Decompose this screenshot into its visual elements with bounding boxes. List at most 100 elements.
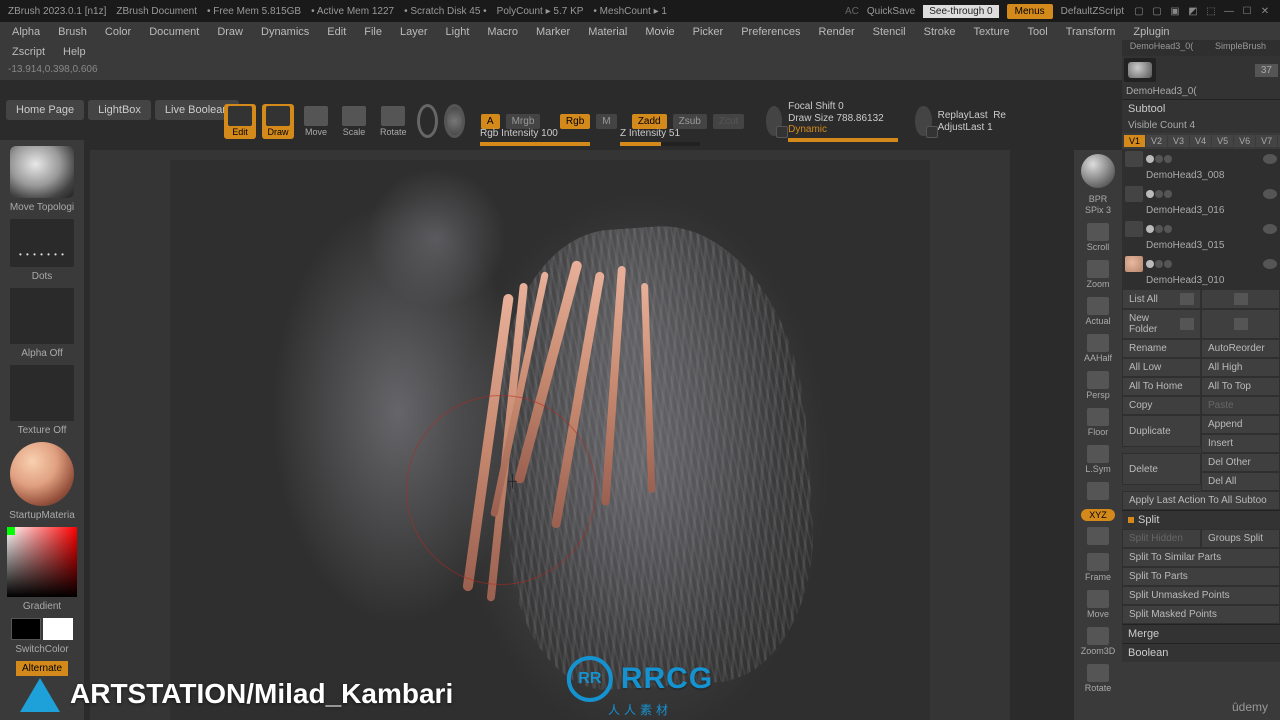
- scroll-button[interactable]: Scroll: [1079, 221, 1117, 254]
- shelf-material-icon[interactable]: [1081, 154, 1115, 188]
- z-intensity-slider[interactable]: [620, 142, 700, 146]
- menu-stencil[interactable]: Stencil: [865, 24, 914, 40]
- zoom-button[interactable]: Zoom: [1079, 258, 1117, 291]
- actual-button[interactable]: Actual: [1079, 295, 1117, 328]
- menu-render[interactable]: Render: [811, 24, 863, 40]
- zcut-chip[interactable]: Zcut: [713, 114, 744, 129]
- quicksave-button[interactable]: QuickSave: [867, 6, 915, 17]
- eye-icon[interactable]: [1263, 259, 1277, 269]
- all-to-top-button[interactable]: All To Top: [1201, 377, 1280, 396]
- window-icon-2[interactable]: ▢: [1150, 4, 1164, 18]
- a-chip[interactable]: A: [481, 114, 500, 129]
- all-to-home-button[interactable]: All To Home: [1122, 377, 1201, 396]
- boolean-header[interactable]: Boolean: [1122, 643, 1280, 662]
- zoom3d-button[interactable]: Zoom3D: [1079, 625, 1117, 658]
- gizmo-ring-icon[interactable]: [417, 104, 438, 138]
- menu-light[interactable]: Light: [438, 24, 478, 40]
- pf-button[interactable]: [1079, 525, 1117, 547]
- v3-tab[interactable]: V3: [1168, 135, 1189, 147]
- floor-button[interactable]: Floor: [1079, 406, 1117, 439]
- paste-button[interactable]: Paste: [1201, 396, 1280, 415]
- new-folder-button[interactable]: New Folder: [1122, 309, 1201, 339]
- subtool-item[interactable]: [1122, 184, 1280, 204]
- delete-button[interactable]: Delete: [1122, 453, 1201, 485]
- switchcolor-label[interactable]: SwitchColor: [13, 642, 70, 657]
- list-all-button[interactable]: List All: [1122, 289, 1201, 309]
- draw-size-slider[interactable]: [788, 138, 898, 142]
- menu-layer[interactable]: Layer: [392, 24, 436, 40]
- menu-draw[interactable]: Draw: [209, 24, 251, 40]
- dynamic-label[interactable]: Dynamic: [788, 124, 827, 135]
- menu-file[interactable]: File: [356, 24, 390, 40]
- draw-mode-button[interactable]: Draw: [262, 104, 294, 139]
- menu-movie[interactable]: Movie: [637, 24, 682, 40]
- rename-button[interactable]: Rename: [1122, 339, 1201, 358]
- gradient-label[interactable]: Gradient: [21, 599, 63, 614]
- subtool-item[interactable]: [1122, 254, 1280, 274]
- m-chip[interactable]: M: [596, 114, 616, 129]
- minimize-icon[interactable]: —: [1222, 4, 1236, 18]
- seethrough-slider[interactable]: See-through 0: [923, 5, 998, 18]
- merge-header[interactable]: Merge: [1122, 624, 1280, 643]
- window-icon-5[interactable]: ⬚: [1204, 4, 1218, 18]
- rgb-intensity-slider[interactable]: [480, 142, 590, 146]
- split-similar-button[interactable]: Split To Similar Parts: [1122, 548, 1280, 567]
- focal-shift-label[interactable]: Focal Shift 0: [788, 101, 898, 112]
- z-intensity-label[interactable]: Z Intensity 51: [620, 128, 700, 139]
- duplicate-button[interactable]: Duplicate: [1122, 415, 1201, 447]
- v6-tab[interactable]: V6: [1234, 135, 1255, 147]
- window-icon-4[interactable]: ◩: [1186, 4, 1200, 18]
- move-up-button[interactable]: [1201, 309, 1280, 339]
- aahalf-button[interactable]: AAHalf: [1079, 332, 1117, 365]
- persp-button[interactable]: Persp: [1079, 369, 1117, 402]
- del-other-button[interactable]: Del Other: [1201, 453, 1280, 472]
- append-button[interactable]: Append: [1201, 415, 1280, 434]
- split-hidden-button[interactable]: Split Hidden: [1122, 529, 1201, 548]
- insert-button[interactable]: Insert: [1201, 434, 1280, 453]
- eye-icon[interactable]: [1263, 154, 1277, 164]
- color-picker[interactable]: [7, 527, 77, 597]
- re-label[interactable]: Re: [993, 110, 1006, 121]
- adjust-last-label[interactable]: AdjustLast 1: [938, 122, 1006, 133]
- autoreorder-button[interactable]: AutoReorder: [1201, 339, 1280, 358]
- v7-tab[interactable]: V7: [1256, 135, 1277, 147]
- brush-thumbnail[interactable]: [10, 146, 74, 198]
- move-mode-button[interactable]: Move: [300, 104, 332, 139]
- split-masked-button[interactable]: Split Masked Points: [1122, 605, 1280, 624]
- split-unmasked-button[interactable]: Split Unmasked Points: [1122, 586, 1280, 605]
- bpr-button[interactable]: BPRSPix 3: [1079, 192, 1117, 217]
- tool-thumbnail[interactable]: [1124, 58, 1156, 82]
- home-page-button[interactable]: Home Page: [6, 100, 84, 120]
- stroke-thumbnail[interactable]: [10, 219, 74, 267]
- subtool-item[interactable]: [1122, 219, 1280, 239]
- menu-brush[interactable]: Brush: [50, 24, 95, 40]
- menu-document[interactable]: Document: [141, 24, 207, 40]
- split-parts-button[interactable]: Split To Parts: [1122, 567, 1280, 586]
- menu-picker[interactable]: Picker: [685, 24, 732, 40]
- scale-mode-button[interactable]: Scale: [338, 104, 370, 139]
- tool-name-row[interactable]: DemoHead3_0(: [1122, 84, 1280, 99]
- menu-texture[interactable]: Texture: [965, 24, 1017, 40]
- maximize-icon[interactable]: ☐: [1240, 4, 1254, 18]
- zadd-chip[interactable]: Zadd: [632, 114, 667, 129]
- apply-last-button[interactable]: Apply Last Action To All Subtoo: [1122, 491, 1280, 510]
- menu-marker[interactable]: Marker: [528, 24, 578, 40]
- menu-zplugin[interactable]: Zplugin: [1125, 24, 1177, 40]
- alpha-thumbnail[interactable]: [10, 288, 74, 344]
- move-down-button[interactable]: [1201, 289, 1280, 309]
- tool-tab-2[interactable]: SimpleBrush: [1201, 40, 1280, 56]
- rgb-intensity-label[interactable]: Rgb Intensity 100: [480, 128, 590, 139]
- tool-tab-1[interactable]: DemoHead3_0(: [1122, 40, 1201, 56]
- subtool-header[interactable]: Subtool: [1122, 99, 1280, 118]
- xyz-button[interactable]: XYZ: [1081, 509, 1115, 521]
- all-high-button[interactable]: All High: [1201, 358, 1280, 377]
- menu-macro[interactable]: Macro: [479, 24, 526, 40]
- subtool-item[interactable]: [1122, 149, 1280, 169]
- edit-mode-button[interactable]: Edit: [224, 104, 256, 139]
- material-thumbnail[interactable]: [10, 442, 74, 506]
- texture-thumbnail[interactable]: [10, 365, 74, 421]
- menu-stroke[interactable]: Stroke: [916, 24, 964, 40]
- menu-edit[interactable]: Edit: [319, 24, 354, 40]
- copy-button[interactable]: Copy: [1122, 396, 1201, 415]
- focal-dial-icon[interactable]: [766, 106, 782, 136]
